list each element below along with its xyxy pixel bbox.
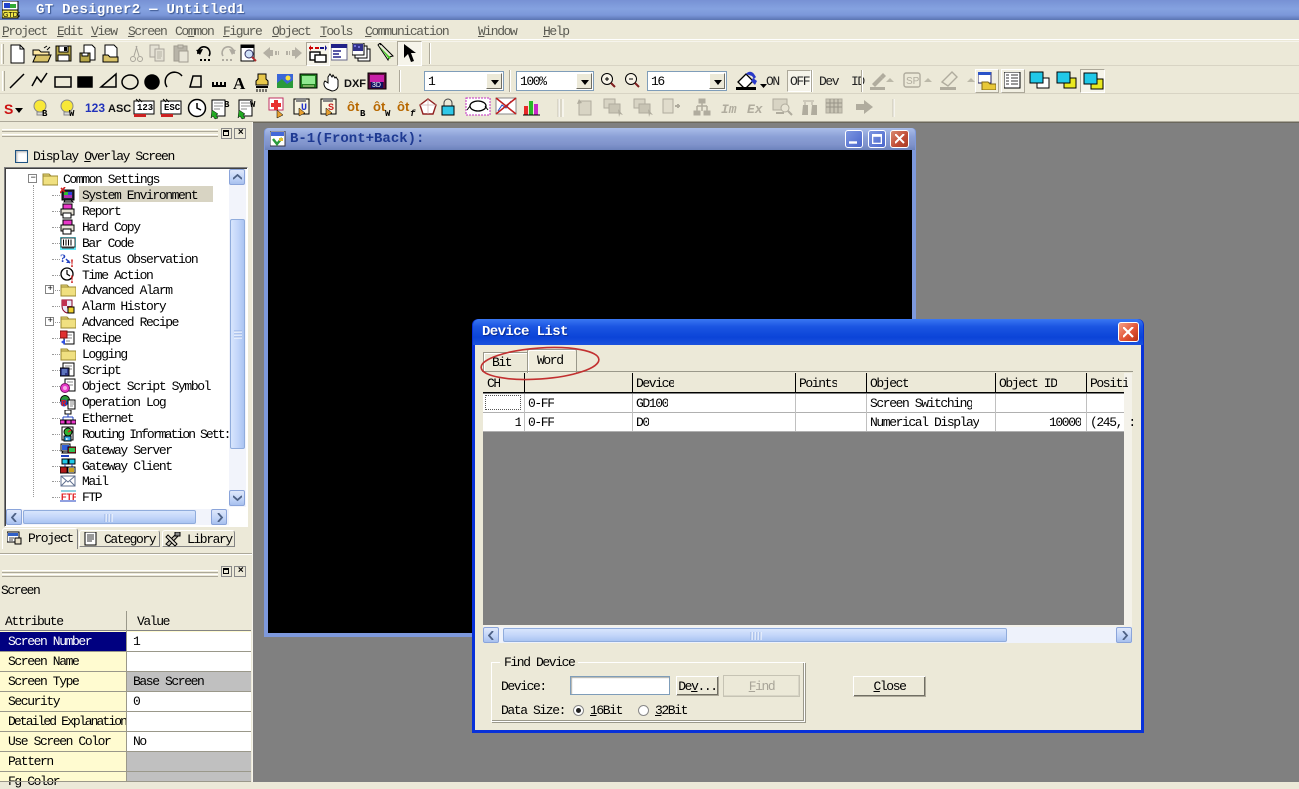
svg-text:GTD2: GTD2 [3, 12, 20, 19]
svg-text:W: W [385, 109, 391, 119]
svg-text:W: W [69, 109, 75, 119]
svg-text:DXF: DXF [344, 78, 366, 90]
svg-text:Im: Im [721, 102, 737, 117]
svg-text:A: A [233, 74, 246, 93]
svg-text:123: 123 [137, 103, 153, 113]
svg-text:f: f [410, 109, 416, 119]
svg-text:SP: SP [906, 76, 920, 87]
svg-text:3D: 3D [372, 82, 381, 89]
svg-text:S: S [4, 101, 13, 117]
svg-text:ASC: ASC [108, 103, 131, 115]
svg-text:B: B [360, 109, 366, 119]
svg-text:ESC: ESC [164, 103, 181, 113]
svg-text:123: 123 [85, 101, 105, 115]
svg-text:ôt: ôt [347, 99, 360, 114]
svg-text:W: W [250, 100, 256, 110]
svg-text:ôt: ôt [373, 99, 386, 114]
svg-text:B: B [224, 100, 230, 110]
svg-text:ôt: ôt [397, 99, 410, 114]
svg-text:Ex: Ex [747, 102, 764, 117]
svg-text:B: B [42, 109, 48, 119]
